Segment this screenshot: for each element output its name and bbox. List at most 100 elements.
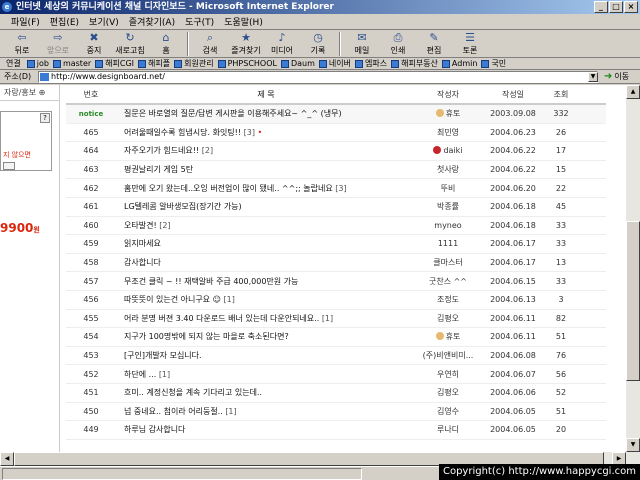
menu-view[interactable]: 보기(V) <box>84 15 124 28</box>
row-author[interactable]: 최민영 <box>416 127 480 138</box>
row-subject[interactable]: 감사합니다 <box>116 257 416 268</box>
close-button[interactable]: × <box>624 1 638 13</box>
link-item[interactable]: PHPSCHOOL <box>217 59 277 68</box>
row-subject[interactable]: LG텔레콤 알바생모집(장기간 가능) <box>116 201 416 212</box>
subject-text[interactable]: 홈만에 오기 왔는데..오잉 버전업이 많이 됐네.. ^^;; 놀랍네요 <box>124 184 333 193</box>
menu-edit[interactable]: 편집(E) <box>45 15 84 28</box>
row-author[interactable]: myneo <box>416 221 480 230</box>
link-item[interactable]: job <box>26 59 49 68</box>
link-item[interactable]: 해피부동산 <box>391 58 438 69</box>
link-item[interactable]: 해피플 <box>138 58 170 69</box>
address-input[interactable]: http://www.designboard.net/ <box>38 71 598 83</box>
subject-text[interactable]: 넘 중네요.. 첨이라 어리둥절.. <box>124 407 223 416</box>
menu-file[interactable]: 파일(F) <box>6 15 45 28</box>
subject-text[interactable]: LG텔레콤 알바생모집(장기간 가능) <box>124 202 242 211</box>
row-author[interactable]: 김평오 <box>416 313 480 324</box>
minimize-button[interactable]: _ <box>594 1 608 13</box>
row-subject[interactable]: 흐미.. 계정신청을 계속 기다리고 있는데.. <box>116 387 416 398</box>
row-subject[interactable]: 따뜻뜻이 있는건 아니구요 ☺ [1] <box>116 294 416 305</box>
subject-text[interactable]: 읽지마세요 <box>124 239 161 248</box>
row-author[interactable]: 우연히 <box>416 369 480 380</box>
toolbar-button-0[interactable]: ⇦ 뒤로 <box>4 30 40 58</box>
row-author[interactable]: 뚜비 <box>416 183 480 194</box>
row-author[interactable]: 휴토 <box>416 108 480 119</box>
link-item[interactable]: 회원관리 <box>174 58 214 69</box>
subject-text[interactable]: 어려울때일수록 힘냅시당. 화잇팅!! <box>124 128 241 137</box>
row-subject[interactable]: 넘 중네요.. 첨이라 어리둥절.. [1] <box>116 406 416 417</box>
row-subject[interactable]: 하루님 감사합니다 <box>116 424 416 435</box>
row-author[interactable]: 루나디 <box>416 424 480 435</box>
row-views: 45 <box>555 202 567 212</box>
row-subject[interactable]: 무조건 클릭 ~ !! 재택알바 주급 400,000만원 가능 <box>116 276 416 287</box>
subject-text[interactable]: 자주오기가 힘드네요!! <box>124 146 199 155</box>
help-icon[interactable]: ? <box>40 113 50 123</box>
subject-text[interactable]: 감사합니다 <box>124 258 161 267</box>
toolbar-button-8[interactable]: ◷ 기록 <box>300 30 336 58</box>
vertical-scrollbar[interactable]: ▲ ▼ <box>626 85 640 452</box>
link-item[interactable]: 해피CGI <box>95 58 134 69</box>
row-author[interactable]: 박종률 <box>416 201 480 212</box>
subject-text[interactable]: 무조건 클릭 ~ !! 재택알바 주급 400,000만원 가능 <box>124 277 298 286</box>
scroll-left-button[interactable]: ◀ <box>0 452 14 466</box>
subject-text[interactable]: [구인]개발자 모십니다. <box>124 351 202 360</box>
row-subject[interactable]: 평권날리기 게임 5탄 <box>116 164 416 175</box>
row-subject[interactable]: 어려울때일수록 힘냅시당. 화잇팅!! [3] • <box>116 127 416 138</box>
link-item[interactable]: Admin <box>441 59 477 68</box>
subject-text[interactable]: 따뜻뜻이 있는건 아니구요 <box>124 295 210 304</box>
row-author[interactable]: (주)비앤비미... <box>416 350 480 361</box>
row-author[interactable]: 조정도 <box>416 294 480 305</box>
toolbar-button-12[interactable]: ☰ 토론 <box>452 30 488 58</box>
row-author[interactable]: 김영수 <box>416 406 480 417</box>
row-subject[interactable]: 어라 분명 버젼 3.40 다운로드 배너 있는데 다운안되네요.. [1] <box>116 313 416 324</box>
menu-help[interactable]: 도움말(H) <box>219 15 268 28</box>
link-item[interactable]: master <box>52 59 91 68</box>
row-subject[interactable]: 자주오기가 힘드네요!! [2] <box>116 145 416 156</box>
link-item[interactable]: 엠파스 <box>355 58 387 69</box>
row-author[interactable]: 클마스터 <box>416 257 480 268</box>
toolbar-button-9[interactable]: ✉ 메일 <box>344 30 380 58</box>
link-item[interactable]: Daum <box>280 59 315 68</box>
row-author[interactable]: 굿찬스 ^^ <box>416 276 480 287</box>
vertical-scroll-thumb[interactable] <box>626 221 640 381</box>
row-author[interactable]: 첫사랑 <box>416 164 480 175</box>
subject-text[interactable]: 어라 분명 버젼 3.40 다운로드 배너 있는데 다운안되네요.. <box>124 314 319 323</box>
row-subject[interactable]: 오타발견! [2] <box>116 220 416 231</box>
subject-text[interactable]: 질문은 바로열의 질문/답변 게시판을 이용해주세요~ ^_^ (냉무) <box>124 109 342 118</box>
row-author[interactable]: 김평오 <box>416 387 480 398</box>
toolbar-button-10[interactable]: ⎙ 인쇄 <box>380 30 416 58</box>
go-button[interactable]: ➜ 이동 <box>604 71 629 82</box>
toolbar-button-11[interactable]: ✎ 편집 <box>416 30 452 58</box>
left-panel-header[interactable]: 자랑/홍보 ⊕ <box>0 85 59 101</box>
row-subject[interactable]: 질문은 바로열의 질문/답변 게시판을 이용해주세요~ ^_^ (냉무) <box>116 108 416 119</box>
toolbar-button-4[interactable]: ⌂ 홈 <box>148 30 184 58</box>
address-dropdown-button[interactable]: ▼ <box>588 72 598 82</box>
subject-text[interactable]: 흐미.. 계정신청을 계속 기다리고 있는데.. <box>124 388 262 397</box>
toolbar-button-3[interactable]: ↻ 새로고침 <box>112 30 148 58</box>
scroll-up-button[interactable]: ▲ <box>626 85 640 99</box>
row-subject[interactable]: 지구가 100명밖에 되지 않는 마을로 축소된다면? <box>116 331 416 342</box>
toolbar-button-6[interactable]: ★ 즐겨찾기 <box>228 30 264 58</box>
subject-text[interactable]: 오타발견! <box>124 221 157 230</box>
row-subject[interactable]: 읽지마세요 <box>116 238 416 249</box>
menu-favorites[interactable]: 즐겨찾기(A) <box>124 15 180 28</box>
scroll-down-button[interactable]: ▼ <box>626 438 640 452</box>
subject-text[interactable]: 평권날리기 게임 5탄 <box>124 165 193 174</box>
link-item[interactable]: 국민 <box>481 58 506 69</box>
row-subject[interactable]: 홈만에 오기 왔는데..오잉 버전업이 많이 됐네.. ^^;; 놀랍네요 [3… <box>116 183 416 194</box>
row-subject[interactable]: [구인]개발자 모십니다. <box>116 350 416 361</box>
toolbar-button-1[interactable]: ⇨ 앞으로 <box>40 30 76 58</box>
toolbar-button-5[interactable]: ⌕ 검색 <box>192 30 228 58</box>
maximize-button[interactable]: □ <box>609 1 623 13</box>
row-author[interactable]: 1111 <box>416 239 480 248</box>
menu-tools[interactable]: 도구(T) <box>180 15 219 28</box>
subject-text[interactable]: 지구가 100명밖에 되지 않는 마을로 축소된다면? <box>124 332 289 341</box>
row-subject[interactable]: 하단에 ... [1] <box>116 369 416 380</box>
toolbar-button-7[interactable]: ♪ 미디어 <box>264 30 300 58</box>
subject-text[interactable]: 하단에 ... <box>124 370 156 379</box>
row-author[interactable]: daiki <box>416 146 480 155</box>
row-author[interactable]: 휴토 <box>416 331 480 342</box>
subject-text[interactable]: 하루님 감사합니다 <box>124 425 185 434</box>
price-banner[interactable]: 9900원 <box>0 221 40 235</box>
toolbar-button-2[interactable]: ✖ 중지 <box>76 30 112 58</box>
link-item[interactable]: 네이버 <box>318 58 351 69</box>
